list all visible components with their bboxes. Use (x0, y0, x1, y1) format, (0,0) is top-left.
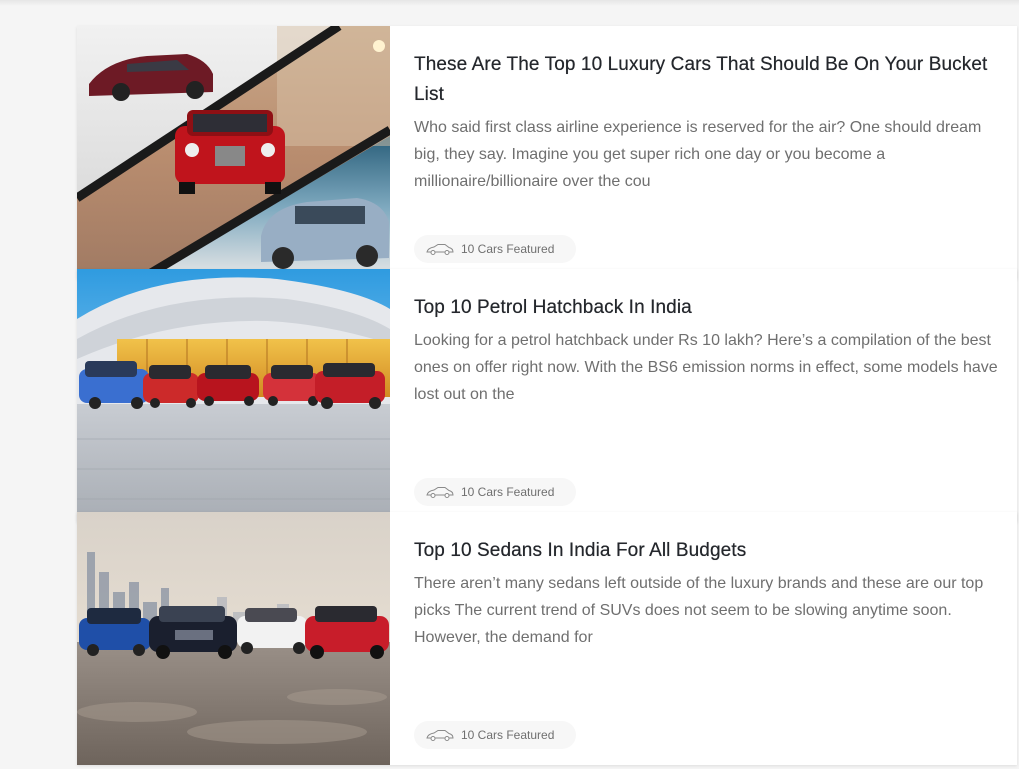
cars-featured-badge: 10 Cars Featured (414, 478, 577, 506)
article-card-sedans[interactable]: Top 10 Sedans In India For All Budgets T… (77, 512, 1017, 765)
badge-label: 10 Cars Featured (461, 242, 555, 256)
badge-label: 10 Cars Featured (461, 485, 555, 499)
car-icon (426, 243, 454, 255)
car-icon (426, 729, 454, 741)
article-thumbnail[interactable] (77, 26, 390, 279)
article-title[interactable]: These Are The Top 10 Luxury Cars That Sh… (414, 50, 1004, 110)
article-content: Top 10 Petrol Hatchback In India Looking… (390, 269, 1019, 522)
article-content: These Are The Top 10 Luxury Cars That Sh… (390, 26, 1019, 279)
top-shadow (0, 0, 1019, 6)
article-title[interactable]: Top 10 Petrol Hatchback In India (414, 293, 1004, 323)
article-title[interactable]: Top 10 Sedans In India For All Budgets (414, 536, 1004, 566)
cars-featured-badge: 10 Cars Featured (414, 235, 577, 263)
article-description: Looking for a petrol hatchback under Rs … (414, 332, 998, 403)
article-thumbnail[interactable] (77, 269, 390, 522)
article-description: There aren’t many sedans left outside of… (414, 575, 984, 646)
article-card-luxury-cars[interactable]: These Are The Top 10 Luxury Cars That Sh… (77, 26, 1017, 279)
article-description: Who said first class airline experience … (414, 119, 982, 190)
car-icon (426, 486, 454, 498)
cars-featured-badge: 10 Cars Featured (414, 721, 577, 749)
article-content: Top 10 Sedans In India For All Budgets T… (390, 512, 1019, 765)
article-card-petrol-hatchback[interactable]: Top 10 Petrol Hatchback In India Looking… (77, 269, 1017, 522)
article-thumbnail[interactable] (77, 512, 390, 765)
badge-label: 10 Cars Featured (461, 728, 555, 742)
